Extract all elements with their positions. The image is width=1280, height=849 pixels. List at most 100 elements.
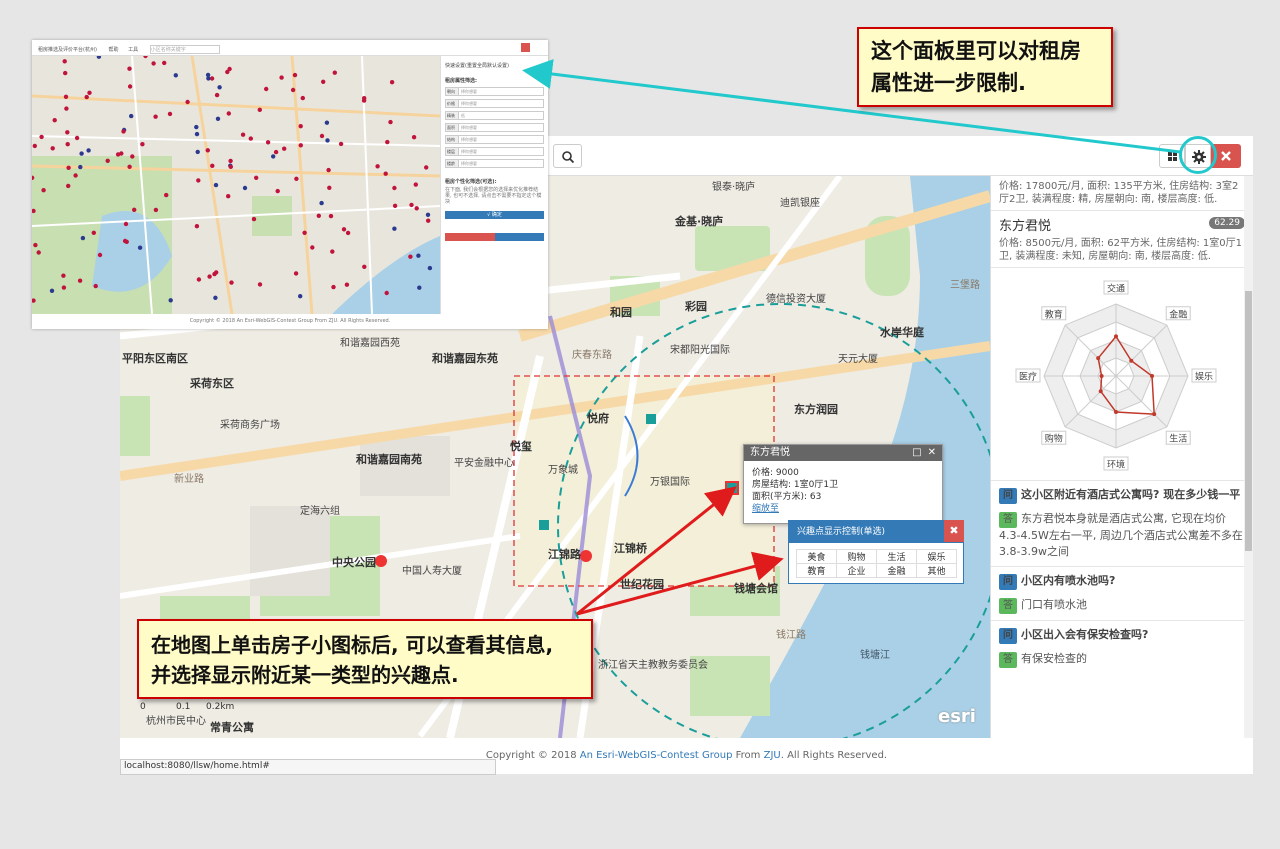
inset-house-marker [319, 133, 325, 139]
inset-house-marker [414, 206, 419, 211]
inset-house-marker [66, 165, 71, 170]
inset-house-marker [91, 230, 96, 235]
inset-row-value: 择你想要 [459, 135, 544, 144]
map-label: 中央公园 [332, 556, 376, 569]
map-label: 世纪花园 [620, 578, 664, 591]
inset-house-marker [130, 154, 135, 159]
poi-option[interactable]: 金融 [876, 563, 917, 578]
inset-search: 小区名称关键字 [149, 45, 220, 54]
radar-axis-label: 交通 [1107, 283, 1125, 295]
popup-header: 东方君悦 ✕ □ [744, 445, 942, 461]
inset-house-marker [345, 230, 351, 236]
inset-house-marker [392, 226, 397, 231]
inset-house-marker [251, 216, 257, 222]
map-label: 江锦桥 [614, 542, 647, 555]
popup-maximize-icon[interactable]: □ [912, 445, 921, 461]
radar-point [1098, 389, 1103, 394]
inset-house-marker [409, 202, 414, 208]
map-label: 金基·晓庐 [675, 215, 724, 228]
inset-house-marker [226, 111, 231, 116]
inset-house-marker [271, 154, 276, 159]
poi-option[interactable]: 企业 [836, 563, 877, 578]
scale-bar: 0 0.1 0.2km [140, 702, 240, 714]
inset-house-marker [254, 175, 259, 180]
inset-house-marker [173, 73, 178, 78]
poi-option[interactable]: 生活 [876, 549, 917, 564]
popup-close-icon[interactable]: ✕ [928, 445, 936, 461]
inset-row-value: 择你想要 [459, 159, 544, 168]
question-text: 小区出入会有保安检查吗? [1021, 628, 1149, 641]
inset-cancel-button [445, 233, 495, 241]
score-badge: 62.29 [1209, 217, 1245, 229]
inset-house-marker [417, 285, 422, 290]
inset-pref-desc: 在下面, 我们会根据您的选择来优化推荐结果, 也可不选择, 请点击不需要不指定这… [445, 187, 542, 205]
map-label: 德信投资大厦 [766, 294, 826, 305]
map-label: 平安金融中心 [454, 458, 514, 469]
inset-row-key: 结构 [445, 135, 459, 144]
listing-desc: 价格: 17800元/月, 面积: 135平方米, 住房结构: 3室2厅2卫, … [999, 181, 1239, 205]
poi-option[interactable]: 娱乐 [916, 549, 957, 564]
inset-house-marker [424, 165, 429, 170]
inset-map-svg [32, 56, 440, 314]
search-button[interactable] [553, 144, 582, 168]
popup-price: 价格: 9000 [752, 468, 799, 478]
answer-tag: 答 [999, 598, 1017, 614]
inset-house-marker [196, 277, 202, 282]
map-label: 水岸华庭 [880, 326, 924, 339]
poi-option[interactable]: 其他 [916, 563, 957, 578]
inset-house-marker [331, 284, 336, 290]
answer-tag: 答 [999, 652, 1017, 668]
inset-house-marker [61, 285, 67, 290]
map-label: 万象城 [548, 465, 578, 476]
inset-house-marker [319, 200, 324, 206]
inset-house-marker [143, 56, 148, 59]
map-label: 江锦路 [548, 548, 581, 561]
radar-point [1152, 412, 1157, 417]
inset-house-marker [97, 252, 103, 258]
scrollbar-thumb[interactable] [1245, 291, 1252, 551]
inset-house-marker [292, 72, 298, 78]
inset-house-marker [214, 92, 220, 98]
inset-house-marker [327, 185, 332, 190]
poi-close-button[interactable]: ✖ [944, 520, 964, 542]
poi-option[interactable]: 教育 [796, 563, 837, 578]
group-link[interactable]: An Esri-WebGIS-Contest Group [580, 750, 733, 761]
question-tag: 问 [999, 628, 1017, 644]
inset-house-marker [164, 192, 169, 198]
inset-house-marker [275, 188, 280, 194]
inset-title: 租房推选及评价平台(杭州) [38, 47, 97, 53]
inset-house-marker [185, 99, 190, 105]
inset-house-marker [127, 66, 132, 71]
inset-house-marker [416, 253, 421, 258]
panel-scrollbar[interactable] [1244, 176, 1253, 738]
inset-house-marker [65, 130, 70, 135]
inset-house-marker [242, 185, 248, 191]
inset-house-marker [375, 164, 380, 169]
inset-house-marker [194, 224, 200, 229]
inset-house-marker [80, 235, 86, 241]
inset-house-marker [205, 148, 210, 153]
inset-row-value: 择你想要 [459, 87, 544, 96]
inset-house-marker [408, 254, 413, 259]
inset-house-marker [49, 288, 55, 293]
inset-house-marker [362, 264, 367, 269]
zoom-to-link[interactable]: 缩放至 [752, 504, 779, 514]
inset-house-marker [290, 87, 296, 93]
inset-house-marker [225, 69, 230, 75]
inset-house-marker [194, 124, 199, 130]
org-link[interactable]: ZJU [764, 750, 781, 761]
scale-label: 0.2km [206, 702, 235, 712]
radar-svg: 交通金融娱乐生活环境 购物 医疗 教育 [1015, 280, 1217, 471]
radar-point [1114, 334, 1118, 339]
inset-house-marker [86, 148, 91, 153]
map-label: 杭州市民中心 [146, 716, 206, 727]
listing-item[interactable]: 东方君悦 62.29 价格: 8500元/月, 面积: 62平方米, 住房结构:… [991, 211, 1253, 268]
inset-house-marker [63, 70, 68, 76]
poi-option[interactable]: 购物 [836, 549, 877, 564]
inset-house-marker [240, 132, 246, 137]
poi-option[interactable]: 美食 [796, 549, 837, 564]
radar-point [1114, 410, 1118, 414]
inset-row-key: 面积 [445, 123, 459, 132]
listing-item[interactable]: 价格: 17800元/月, 面积: 135平方米, 住房结构: 3室2厅2卫, … [991, 176, 1253, 211]
inset-house-marker [132, 207, 137, 212]
